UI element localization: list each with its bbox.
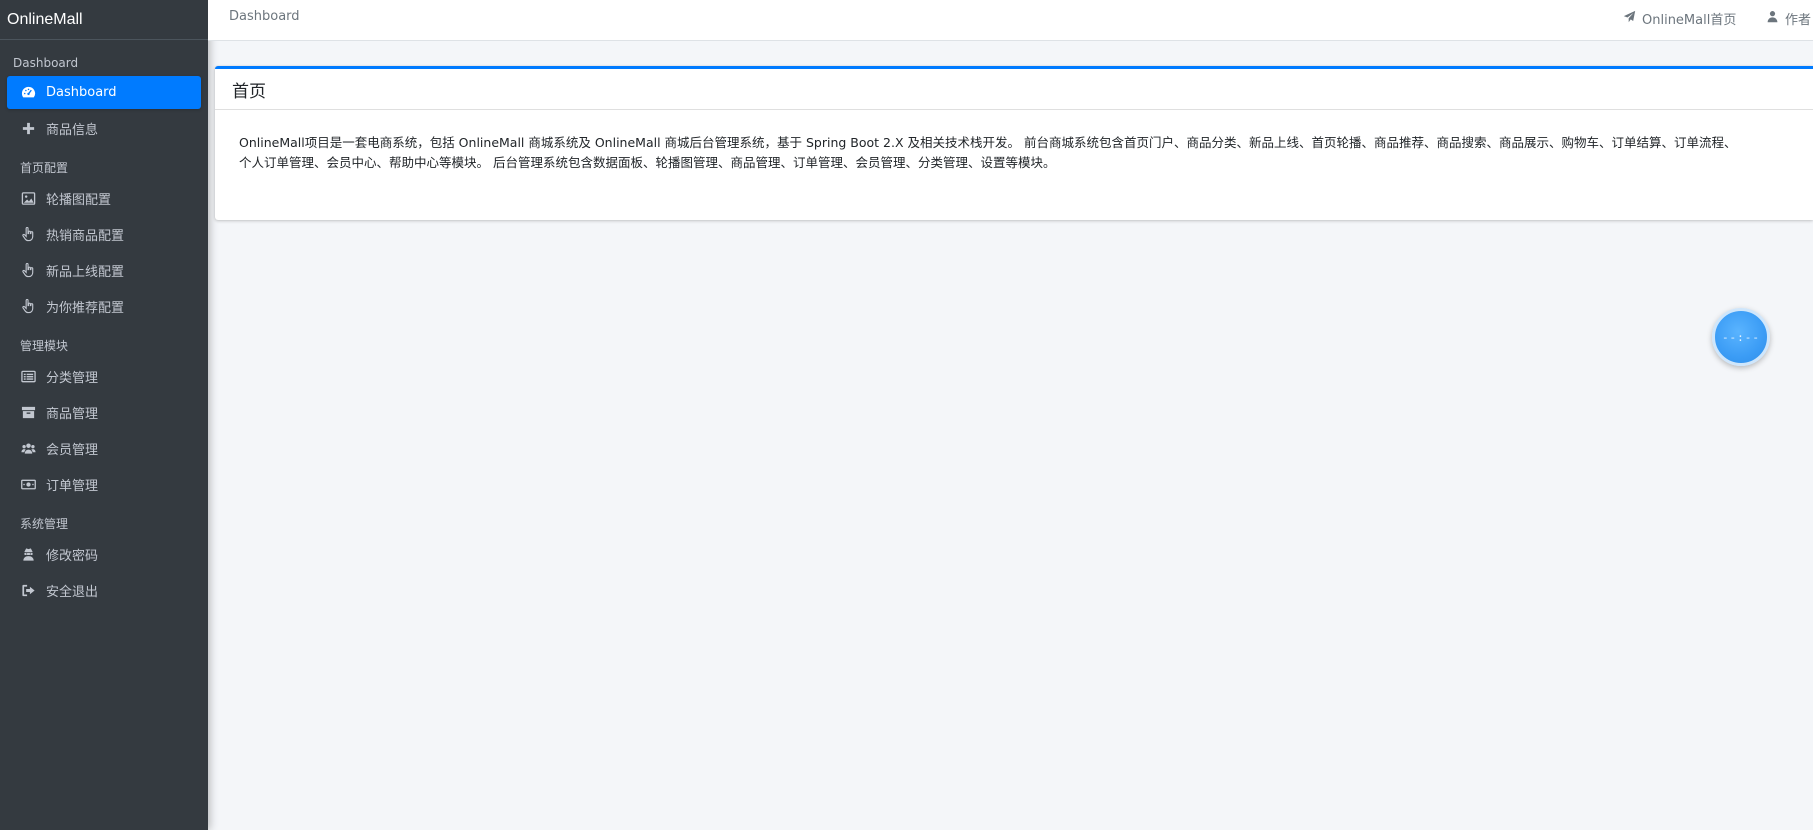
user-icon: [1766, 10, 1785, 27]
list-alt-icon: [20, 369, 36, 385]
sidebar-item-order-manage[interactable]: 订单管理: [7, 468, 201, 501]
floating-clock-widget[interactable]: --:--: [1712, 308, 1770, 366]
sidebar-item-label: 为你推荐配置: [46, 301, 125, 316]
home-card: 首页 OnlineMall项目是一套电商系统，包括 OnlineMall 商城系…: [215, 66, 1813, 220]
brand-text: OnlineMall: [7, 10, 83, 28]
floating-widget-text: --:--: [1721, 330, 1761, 344]
nav-header-dashboard: Dashboard: [13, 56, 79, 70]
nav-header-management: 管理模块: [20, 339, 69, 353]
sidebar-item-goods-info[interactable]: 商品信息: [7, 112, 201, 145]
sign-out-icon: [20, 583, 36, 599]
brand-link[interactable]: OnlineMall: [0, 0, 208, 40]
sidebar-item-label: 会员管理: [46, 443, 99, 458]
author-link[interactable]: 作者: [1766, 9, 1811, 28]
user-secret-icon: [20, 547, 36, 563]
card-title: 首页: [232, 81, 266, 102]
sidebar-item-label: 订单管理: [46, 479, 99, 494]
sidebar-item-dashboard[interactable]: Dashboard: [7, 76, 201, 109]
top-navbar: Dashboard OnlineMall首页 作者: [208, 0, 1813, 41]
sidebar: OnlineMall Dashboard Dashboard 商品信息 首页配置…: [0, 0, 208, 830]
sidebar-item-label: 分类管理: [46, 371, 99, 386]
onlinemall-home-link[interactable]: OnlineMall首页: [1623, 9, 1736, 28]
project-description-line: 个人订单管理、会员中心、帮助中心等模块。 后台管理系统包含数据面板、轮播图管理、…: [239, 155, 1056, 170]
home-link-label: OnlineMall首页: [1642, 13, 1737, 28]
sidebar-item-logout[interactable]: 安全退出: [7, 574, 201, 607]
author-link-label: 作者: [1785, 13, 1812, 28]
sidebar-item-label: 热销商品配置: [46, 229, 125, 244]
project-description-line: OnlineMall项目是一套电商系统，包括 OnlineMall 商城系统及 …: [239, 135, 1737, 150]
image-icon: [20, 191, 36, 207]
card-body: OnlineMall项目是一套电商系统，包括 OnlineMall 商城系统及 …: [215, 110, 1813, 173]
plus-icon: [20, 121, 36, 137]
nav-header-home-config: 首页配置: [20, 161, 69, 175]
sidebar-item-goods-manage[interactable]: 商品管理: [7, 396, 201, 429]
hand-pointer-icon: [20, 227, 36, 243]
hand-pointer-icon: [20, 263, 36, 279]
sidebar-item-recommend-config[interactable]: 为你推荐配置: [7, 290, 201, 323]
sidebar-item-label: 安全退出: [46, 585, 99, 600]
sidebar-item-label: 商品信息: [46, 123, 99, 138]
sidebar-item-change-password[interactable]: 修改密码: [7, 538, 201, 571]
sidebar-item-carousel-config[interactable]: 轮播图配置: [7, 182, 201, 215]
card-header: 首页: [215, 69, 1813, 110]
sidebar-item-member-manage[interactable]: 会员管理: [7, 432, 201, 465]
breadcrumb: Dashboard: [229, 9, 300, 24]
sidebar-item-label: 修改密码: [46, 549, 99, 564]
sidebar-item-new-goods-config[interactable]: 新品上线配置: [7, 254, 201, 287]
money-bill-icon: [20, 477, 36, 493]
nav-header-system: 系统管理: [20, 517, 69, 531]
hand-pointer-icon: [20, 299, 36, 315]
sidebar-item-hot-goods-config[interactable]: 热销商品配置: [7, 218, 201, 251]
archive-icon: [20, 405, 36, 421]
dashboard-icon: [20, 85, 36, 101]
sidebar-item-label: 轮播图配置: [46, 193, 112, 208]
sidebar-item-label: 商品管理: [46, 407, 99, 422]
users-icon: [20, 441, 36, 457]
paper-plane-icon: [1623, 10, 1642, 27]
sidebar-item-category-manage[interactable]: 分类管理: [7, 360, 201, 393]
sidebar-item-label: 新品上线配置: [46, 265, 125, 280]
sidebar-item-label: Dashboard: [46, 85, 117, 100]
